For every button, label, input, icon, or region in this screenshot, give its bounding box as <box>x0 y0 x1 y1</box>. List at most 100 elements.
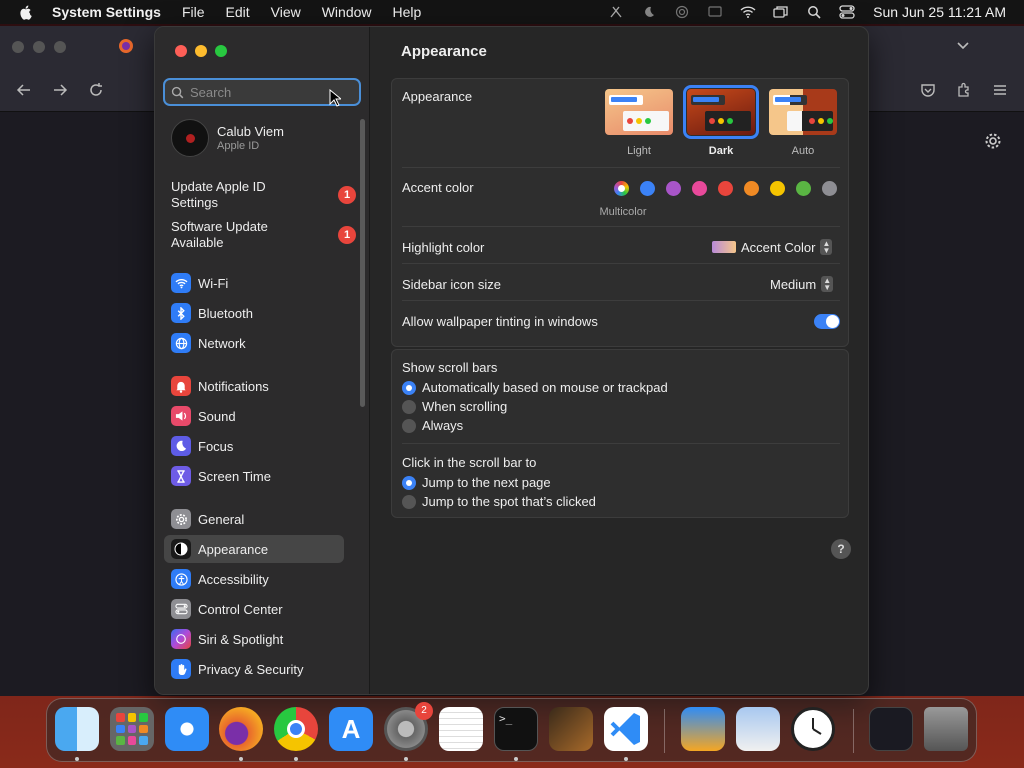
zoom-button[interactable] <box>215 45 227 57</box>
accent-color-swatch[interactable] <box>666 181 681 196</box>
highlight-color-value: Accent Color <box>741 239 816 255</box>
extensions-icon[interactable] <box>956 82 972 103</box>
apple-menu-icon[interactable] <box>18 4 34 20</box>
accent-color-swatch[interactable] <box>744 181 759 196</box>
sidebar-item-privacy-security[interactable]: Privacy & Security <box>164 655 344 683</box>
menu-window[interactable]: Window <box>322 4 372 20</box>
hamburger-menu-icon[interactable] <box>992 82 1008 103</box>
firefox-tab-icon[interactable] <box>118 38 134 59</box>
sidebar-item-appearance[interactable]: Appearance <box>164 535 344 563</box>
sidebar-item-screen-time[interactable]: Screen Time <box>164 462 344 490</box>
settings-sidebar: Calub Viem Apple ID Update Apple ID Sett… <box>155 27 370 694</box>
accent-color-swatch[interactable] <box>692 181 707 196</box>
launchpad-icon[interactable] <box>110 707 154 751</box>
wallpaper-tinting-toggle[interactable] <box>814 314 840 329</box>
apple-id-account[interactable]: Calub Viem Apple ID <box>171 119 284 157</box>
accent-color-swatch[interactable] <box>770 181 785 196</box>
sidebar-item-general[interactable]: General <box>164 505 344 533</box>
sidebar-item-focus[interactable]: Focus <box>164 432 344 460</box>
accent-color-swatch[interactable] <box>796 181 811 196</box>
radio-button <box>402 475 416 490</box>
menu-app-name[interactable]: System Settings <box>52 4 161 20</box>
menu-file[interactable]: File <box>182 4 205 20</box>
scrollbars-always-radio[interactable]: Always <box>402 418 463 433</box>
moon-icon[interactable] <box>641 4 657 20</box>
scrollbars-when-scrolling-radio[interactable]: When scrolling <box>402 399 507 414</box>
back-arrow-icon[interactable] <box>16 82 32 103</box>
sidebar-item-label: Appearance <box>198 541 269 557</box>
sidebar-item-network[interactable]: Network <box>164 329 344 357</box>
airdrop-icon[interactable] <box>674 4 690 20</box>
accent-color-swatch[interactable] <box>718 181 733 196</box>
moon-icon <box>171 436 191 456</box>
garageband-icon[interactable] <box>549 707 593 751</box>
dock: A 2 >_ <box>46 698 977 762</box>
wifi-icon <box>171 273 191 293</box>
finder-icon[interactable] <box>55 707 99 751</box>
chevron-down-icon[interactable] <box>956 38 970 57</box>
preview-icon[interactable] <box>736 707 780 751</box>
menu-edit[interactable]: Edit <box>226 4 250 20</box>
sidebar-item-accessibility[interactable]: Accessibility <box>164 565 344 593</box>
forward-arrow-icon[interactable] <box>52 82 68 103</box>
close-button[interactable] <box>175 45 187 57</box>
show-scroll-bars-label: Show scroll bars <box>402 360 498 375</box>
chrome-icon[interactable] <box>274 707 318 751</box>
control-center-icon[interactable] <box>839 4 855 20</box>
menu-bar: System Settings File Edit View Window He… <box>0 0 1024 24</box>
appearance-auto-thumbnail[interactable] <box>769 89 837 135</box>
screen-mirroring-icon[interactable] <box>707 4 723 20</box>
vscode-icon[interactable] <box>604 707 648 751</box>
pocket-icon[interactable] <box>920 82 936 103</box>
click-spot-clicked-radio[interactable]: Jump to the spot that’s clicked <box>402 494 596 509</box>
clock-icon[interactable] <box>791 707 835 751</box>
accent-multicolor-swatch[interactable] <box>614 181 629 196</box>
sidebar-item-sound[interactable]: Sound <box>164 402 344 430</box>
search-input[interactable] <box>190 84 340 100</box>
sidebar-item-bluetooth[interactable]: Bluetooth <box>164 299 344 327</box>
minimize-button[interactable] <box>195 45 207 57</box>
software-update-notice[interactable]: Software Update Available 1 <box>171 219 356 251</box>
menu-help[interactable]: Help <box>393 4 422 20</box>
radio-button <box>402 399 416 414</box>
spotlight-search-icon[interactable] <box>806 4 822 20</box>
menu-clock[interactable]: Sun Jun 25 11:21 AM <box>873 4 1006 20</box>
accent-color-swatch[interactable] <box>822 181 837 196</box>
scrollbars-automatic-radio[interactable]: Automatically based on mouse or trackpad <box>402 380 668 395</box>
sidebar-icon-size-popup[interactable]: Medium ▲ ▼ <box>770 276 834 292</box>
appearance-light-thumbnail[interactable] <box>605 89 673 135</box>
reload-icon[interactable] <box>88 82 104 103</box>
accent-color-swatch[interactable] <box>640 181 655 196</box>
running-indicator <box>404 757 408 761</box>
update-apple-id-notice[interactable]: Update Apple ID Settings 1 <box>171 179 356 211</box>
highlight-color-swatch <box>712 241 736 253</box>
wifi-status-icon[interactable] <box>740 4 756 20</box>
click-next-page-radio[interactable]: Jump to the next page <box>402 475 551 490</box>
help-button[interactable]: ? <box>831 539 851 559</box>
sidebar-item-notifications[interactable]: Notifications <box>164 372 344 400</box>
popup-stepper-icon: ▲ ▼ <box>821 276 834 292</box>
sidebar-item-label: General <box>198 511 245 527</box>
safari-icon[interactable] <box>165 707 209 751</box>
radio-button <box>402 418 416 433</box>
trash-icon[interactable] <box>924 707 968 751</box>
sidebar-item-wifi[interactable]: Wi-Fi <box>164 269 344 297</box>
weather-icon[interactable] <box>681 707 725 751</box>
sidebar-item-siri-spotlight[interactable]: Siri & Spotlight <box>164 625 344 653</box>
textedit-icon[interactable] <box>439 707 483 751</box>
minimized-window-icon[interactable] <box>869 707 913 751</box>
terminal-icon[interactable]: >_ <box>494 707 538 751</box>
window-stack-icon[interactable] <box>773 4 789 20</box>
pencil-slash-icon[interactable] <box>608 4 624 20</box>
app-store-icon[interactable]: A <box>329 707 373 751</box>
menu-view[interactable]: View <box>271 4 301 20</box>
notice-label: Software Update Available <box>171 219 268 250</box>
sidebar-scrollbar[interactable] <box>360 119 365 407</box>
firefox-icon[interactable] <box>219 707 263 751</box>
radio-label: Always <box>422 418 464 433</box>
hourglass-icon <box>171 466 191 486</box>
appearance-dark-thumbnail[interactable] <box>683 85 759 139</box>
sidebar-item-control-center[interactable]: Control Center <box>164 595 344 623</box>
highlight-color-popup[interactable]: Accent Color ▲ ▼ <box>712 239 833 255</box>
page-settings-gear-icon[interactable] <box>984 132 1002 155</box>
